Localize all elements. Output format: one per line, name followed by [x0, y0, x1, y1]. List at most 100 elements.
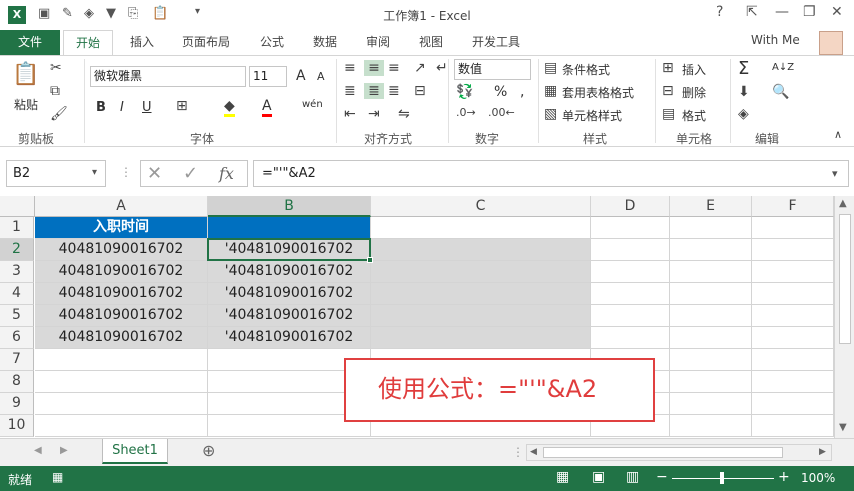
- align-top-icon[interactable]: ≡: [344, 60, 356, 76]
- cell-styles-icon[interactable]: ▧: [544, 106, 557, 122]
- avatar[interactable]: [819, 31, 843, 55]
- cell-e3[interactable]: [670, 261, 752, 283]
- cell-a9[interactable]: [35, 393, 208, 415]
- format-painter-icon[interactable]: 🖌: [50, 106, 68, 122]
- cell-a7[interactable]: [35, 349, 208, 371]
- cell-a5[interactable]: 40481090016702: [35, 305, 208, 327]
- vertical-scrollbar[interactable]: ▲ ▼: [834, 196, 854, 438]
- column-header-c[interactable]: C: [371, 196, 591, 217]
- restore-button[interactable]: ❐: [803, 4, 816, 20]
- scroll-left-icon[interactable]: ◀: [530, 447, 537, 457]
- tab-file[interactable]: 文件: [0, 30, 60, 55]
- scroll-up-icon[interactable]: ▲: [839, 198, 847, 209]
- cell-b4[interactable]: '40481090016702: [208, 283, 371, 305]
- text-direction-icon[interactable]: ⇋: [398, 106, 410, 122]
- cell-b1[interactable]: [208, 217, 371, 239]
- sort-filter-button[interactable]: A↓Z: [772, 62, 794, 73]
- shrink-font-button[interactable]: A: [317, 70, 325, 83]
- cell-c4[interactable]: [371, 283, 591, 305]
- cell-d6[interactable]: [591, 327, 670, 349]
- font-size-select[interactable]: 11: [249, 66, 287, 87]
- collapse-ribbon-icon[interactable]: ∧: [834, 128, 842, 141]
- cell-f2[interactable]: [752, 239, 834, 261]
- align-left-icon[interactable]: ≣: [344, 83, 356, 99]
- cell-d5[interactable]: [591, 305, 670, 327]
- font-name-select[interactable]: 微软雅黑: [90, 66, 246, 87]
- cell-d1[interactable]: [591, 217, 670, 239]
- scroll-thumb[interactable]: [839, 214, 851, 344]
- cell-e9[interactable]: [670, 393, 752, 415]
- number-format-select[interactable]: 数值: [454, 59, 531, 80]
- cell-f4[interactable]: [752, 283, 834, 305]
- cell-c3[interactable]: [371, 261, 591, 283]
- column-header-f[interactable]: F: [752, 196, 834, 217]
- bold-button[interactable]: B: [96, 100, 106, 115]
- format-table-icon[interactable]: ▦: [544, 83, 557, 99]
- cell-f1[interactable]: [752, 217, 834, 239]
- cell-e5[interactable]: [670, 305, 752, 327]
- cell-d2[interactable]: [591, 239, 670, 261]
- tab-formulas[interactable]: 公式: [260, 33, 284, 50]
- cell-f5[interactable]: [752, 305, 834, 327]
- enter-icon[interactable]: ✓: [183, 163, 198, 184]
- scroll-right-icon[interactable]: ▶: [819, 447, 826, 457]
- percent-button[interactable]: %: [494, 84, 507, 100]
- cell-d4[interactable]: [591, 283, 670, 305]
- cell-b3[interactable]: '40481090016702: [208, 261, 371, 283]
- cell-f7[interactable]: [752, 349, 834, 371]
- cell-f6[interactable]: [752, 327, 834, 349]
- cell-e4[interactable]: [670, 283, 752, 305]
- cell-c5[interactable]: [371, 305, 591, 327]
- row-header-8[interactable]: 8: [0, 371, 34, 393]
- align-center-icon[interactable]: ≣: [364, 83, 384, 99]
- cell-e8[interactable]: [670, 371, 752, 393]
- currency-icon[interactable]: 💱: [456, 84, 473, 100]
- zoom-slider[interactable]: [672, 472, 774, 484]
- comma-button[interactable]: ,: [520, 84, 524, 100]
- name-box-dropdown-icon[interactable]: ▾: [92, 167, 97, 178]
- insert-cells-icon[interactable]: ⊞: [662, 60, 674, 76]
- cell-e7[interactable]: [670, 349, 752, 371]
- fill-handle[interactable]: [367, 257, 373, 263]
- next-sheet-icon[interactable]: ▶: [60, 445, 68, 456]
- format-cells-button[interactable]: 格式: [682, 107, 706, 124]
- account-name[interactable]: With Me: [751, 33, 800, 47]
- cell-a3[interactable]: 40481090016702: [35, 261, 208, 283]
- increase-indent-icon[interactable]: ⇥: [368, 106, 380, 122]
- conditional-format-icon[interactable]: ▤: [544, 60, 557, 76]
- cell-f10[interactable]: [752, 415, 834, 437]
- increase-decimal-icon[interactable]: .0→: [456, 106, 476, 119]
- column-header-e[interactable]: E: [670, 196, 752, 217]
- cell-f3[interactable]: [752, 261, 834, 283]
- row-header-1[interactable]: 1: [0, 217, 34, 239]
- font-color-button[interactable]: A: [262, 98, 272, 117]
- autosum-button[interactable]: Σ: [738, 58, 749, 79]
- align-bottom-icon[interactable]: ≡: [388, 60, 400, 76]
- tab-home[interactable]: 开始: [63, 30, 113, 56]
- sheet-tab-sheet1[interactable]: Sheet1: [102, 439, 168, 464]
- zoom-out-button[interactable]: −: [656, 469, 668, 485]
- scroll-down-icon[interactable]: ▼: [839, 422, 847, 433]
- row-header-2[interactable]: 2: [0, 239, 34, 261]
- tab-view[interactable]: 视图: [419, 33, 443, 50]
- zoom-level[interactable]: 100%: [801, 471, 835, 485]
- find-select-icon[interactable]: 🔍: [772, 84, 789, 100]
- expand-formula-icon[interactable]: ▾: [832, 167, 838, 180]
- tab-page-layout[interactable]: 页面布局: [182, 33, 230, 50]
- copy-icon[interactable]: ⧉: [50, 83, 60, 99]
- decrease-decimal-icon[interactable]: .00←: [488, 106, 515, 119]
- row-header-9[interactable]: 9: [0, 393, 34, 415]
- normal-view-icon[interactable]: ▦: [556, 469, 569, 485]
- horizontal-scrollbar[interactable]: ◀ ▶: [526, 444, 832, 461]
- tab-review[interactable]: 审阅: [366, 33, 390, 50]
- merge-center-icon[interactable]: ⊟: [414, 83, 426, 99]
- underline-button[interactable]: U: [142, 100, 152, 115]
- new-sheet-button[interactable]: ⊕: [202, 441, 215, 460]
- delete-cells-icon[interactable]: ⊟: [662, 83, 674, 99]
- row-header-7[interactable]: 7: [0, 349, 34, 371]
- row-header-6[interactable]: 6: [0, 327, 34, 349]
- paste-icon[interactable]: 📋: [12, 62, 40, 92]
- orientation-icon[interactable]: ↗: [414, 60, 426, 76]
- help-button[interactable]: ?: [716, 4, 723, 20]
- formula-input[interactable]: ="'"&A2: [253, 160, 849, 187]
